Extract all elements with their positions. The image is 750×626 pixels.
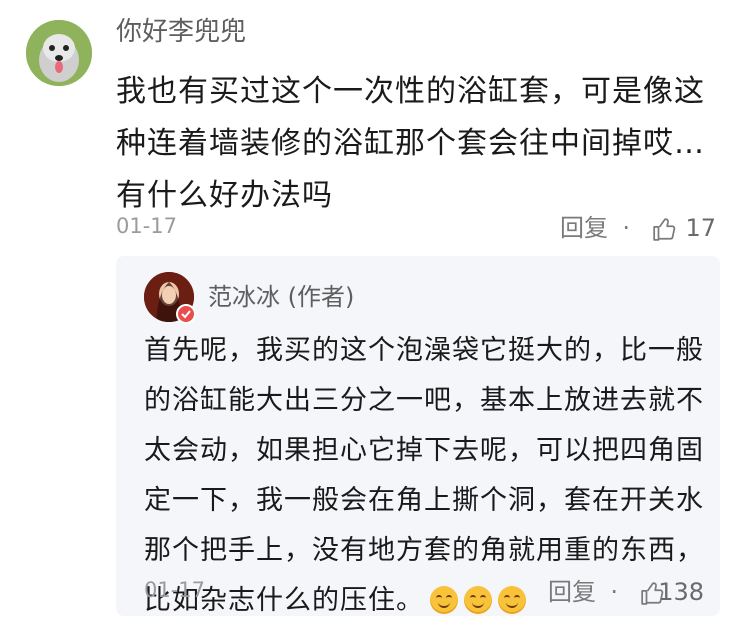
like-count: 17 bbox=[685, 214, 716, 242]
comment-date: 01-17 bbox=[116, 214, 178, 238]
reply-like-count: 138 bbox=[658, 578, 704, 606]
reply-date: 01-17 bbox=[144, 578, 206, 602]
reply-reply-button[interactable]: 回复 bbox=[548, 574, 596, 610]
comment-meta: 01-17 回复 · 17 bbox=[116, 210, 716, 246]
comment-username[interactable]: 你好李兜兜 bbox=[116, 14, 246, 50]
thumbs-up-icon[interactable] bbox=[652, 216, 678, 242]
reply-button[interactable]: 回复 bbox=[560, 210, 608, 246]
separator-dot: · bbox=[622, 214, 630, 242]
reply-meta: 01-17 回复 · 138 bbox=[144, 574, 704, 610]
verified-badge-icon bbox=[176, 304, 196, 324]
author-reply: 范冰冰 (作者) 首先呢，我买的这个泡澡袋它挺大的，比一般的浴缸能大出三分之一吧… bbox=[116, 256, 720, 616]
user-avatar[interactable] bbox=[26, 20, 92, 86]
dog-avatar-image bbox=[26, 20, 92, 86]
author-username[interactable]: 范冰冰 (作者) bbox=[208, 280, 354, 314]
separator-dot: · bbox=[610, 578, 618, 606]
comment-text: 我也有买过这个一次性的浴缸套，可是像这种连着墙装修的浴缸那个套会往中间掉哎…有什… bbox=[116, 74, 705, 213]
